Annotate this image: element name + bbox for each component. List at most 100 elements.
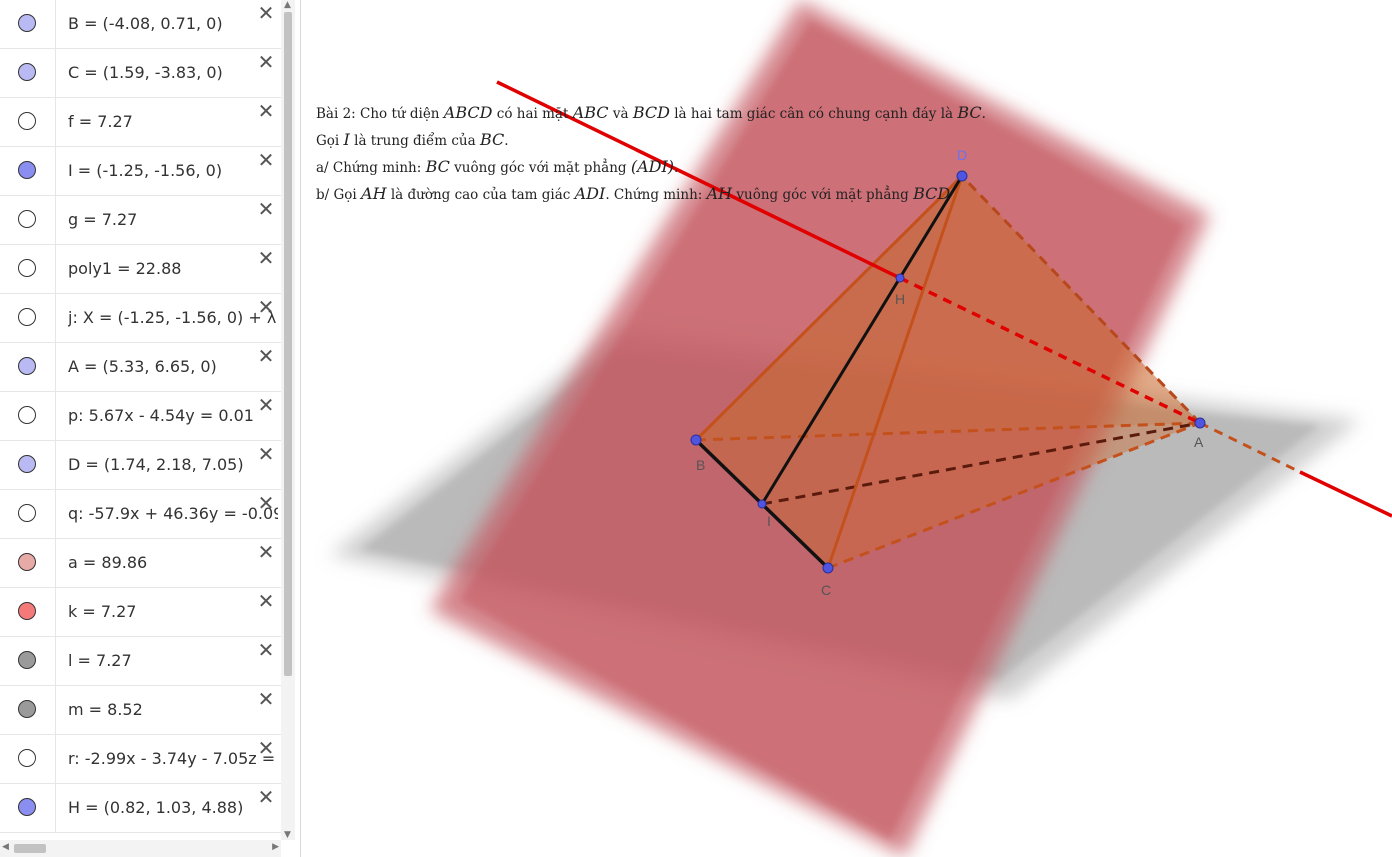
algebra-row[interactable]: I = (-1.25, -1.56, 0) ✕ [0, 147, 281, 196]
delete-icon[interactable]: ✕ [256, 52, 276, 72]
delete-icon[interactable]: ✕ [256, 591, 276, 611]
horizontal-scroll-thumb[interactable] [14, 844, 46, 853]
row-divider [55, 441, 56, 489]
delete-icon[interactable]: ✕ [256, 542, 276, 562]
algebra-expression[interactable]: H = (0.82, 1.03, 4.88) [68, 798, 278, 818]
label-b: B [696, 457, 705, 473]
scroll-left-icon[interactable]: ◀ [2, 842, 9, 852]
point-h[interactable] [895, 273, 905, 283]
visibility-toggle-icon[interactable] [18, 406, 36, 424]
point-a[interactable] [1194, 417, 1206, 429]
point-i[interactable] [757, 499, 767, 509]
delete-icon[interactable]: ✕ [256, 444, 276, 464]
row-divider [55, 98, 56, 146]
visibility-toggle-icon[interactable] [18, 112, 36, 130]
algebra-expression[interactable]: B = (-4.08, 0.71, 0) [68, 14, 278, 34]
point-c[interactable] [822, 562, 834, 574]
algebra-row[interactable]: A = (5.33, 6.65, 0) ✕ [0, 343, 281, 392]
visibility-toggle-icon[interactable] [18, 504, 36, 522]
line-ah-ext[interactable] [1299, 470, 1392, 518]
algebra-expression[interactable]: k = 7.27 [68, 602, 278, 622]
algebra-row[interactable]: D = (1.74, 2.18, 7.05) ✕ [0, 441, 281, 490]
row-divider [55, 588, 56, 636]
algebra-expression[interactable]: poly1 = 22.88 [68, 259, 278, 279]
scroll-up-icon[interactable]: ▲ [284, 0, 291, 10]
delete-icon[interactable]: ✕ [256, 640, 276, 660]
vertical-scroll-thumb[interactable] [284, 12, 292, 676]
algebra-row[interactable]: H = (0.82, 1.03, 4.88) ✕ [0, 784, 281, 833]
algebra-list: B = (-4.08, 0.71, 0) ✕ C = (1.59, -3.83, 0… [0, 0, 281, 833]
visibility-toggle-icon[interactable] [18, 602, 36, 620]
visibility-toggle-icon[interactable] [18, 210, 36, 228]
algebra-row[interactable]: C = (1.59, -3.83, 0) ✕ [0, 49, 281, 98]
problem-line-2: Gọi I là trung điểm của BC. [316, 130, 509, 149]
scroll-down-icon[interactable]: ▼ [284, 830, 291, 840]
algebra-row[interactable]: r: -2.99x - 3.74y - 7.05z = - ✕ [0, 735, 281, 784]
algebra-expression[interactable]: D = (1.74, 2.18, 7.05) [68, 455, 278, 475]
scroll-right-icon[interactable]: ▶ [272, 842, 279, 852]
algebra-row[interactable]: j: X = (-1.25, -1.56, 0) + λ ✕ [0, 294, 281, 343]
vertical-scrollbar[interactable]: ▲ ▼ [281, 0, 295, 840]
problem-line-3: a/ Chứng minh: BC vuông góc với mặt phẳn… [316, 157, 679, 176]
visibility-toggle-icon[interactable] [18, 259, 36, 277]
algebra-row[interactable]: m = 8.52 ✕ [0, 686, 281, 735]
row-divider [55, 490, 56, 538]
visibility-toggle-icon[interactable] [18, 651, 36, 669]
problem-line-1: Bài 2: Cho tứ diện ABCD có hai mặt ABC v… [316, 103, 986, 122]
delete-icon[interactable]: ✕ [256, 101, 276, 121]
algebra-row[interactable]: f = 7.27 ✕ [0, 98, 281, 147]
delete-icon[interactable]: ✕ [256, 150, 276, 170]
algebra-expression[interactable]: C = (1.59, -3.83, 0) [68, 63, 278, 83]
algebra-row[interactable]: B = (-4.08, 0.71, 0) ✕ [0, 0, 281, 49]
problem-line-4: b/ Gọi AH là đường cao của tam giác ADI.… [316, 184, 951, 203]
delete-icon[interactable]: ✕ [256, 787, 276, 807]
visibility-toggle-icon[interactable] [18, 308, 36, 326]
label-i: I [767, 513, 771, 529]
row-divider [55, 637, 56, 685]
algebra-expression[interactable]: q: -57.9x + 46.36y = -0.09 [68, 504, 278, 524]
delete-icon[interactable]: ✕ [256, 738, 276, 758]
delete-icon[interactable]: ✕ [256, 395, 276, 415]
algebra-view: B = (-4.08, 0.71, 0) ✕ C = (1.59, -3.83, 0… [0, 0, 301, 857]
algebra-expression[interactable]: f = 7.27 [68, 112, 278, 132]
algebra-expression[interactable]: m = 8.52 [68, 700, 278, 720]
delete-icon[interactable]: ✕ [256, 689, 276, 709]
delete-icon[interactable]: ✕ [256, 493, 276, 513]
algebra-expression[interactable]: r: -2.99x - 3.74y - 7.05z = - [68, 749, 278, 769]
visibility-toggle-icon[interactable] [18, 798, 36, 816]
algebra-expression[interactable]: g = 7.27 [68, 210, 278, 230]
label-c: C [821, 582, 831, 598]
visibility-toggle-icon[interactable] [18, 455, 36, 473]
algebra-expression[interactable]: j: X = (-1.25, -1.56, 0) + λ [68, 308, 278, 328]
algebra-expression[interactable]: l = 7.27 [68, 651, 278, 671]
algebra-row[interactable]: poly1 = 22.88 ✕ [0, 245, 281, 294]
problem-text: Bài 2: Cho tứ diện ABCD có hai mặt ABC v… [316, 100, 986, 208]
algebra-row[interactable]: p: 5.67x - 4.54y = 0.01 ✕ [0, 392, 281, 441]
visibility-toggle-icon[interactable] [18, 553, 36, 571]
label-a: A [1194, 434, 1204, 450]
algebra-row[interactable]: l = 7.27 ✕ [0, 637, 281, 686]
algebra-expression[interactable]: A = (5.33, 6.65, 0) [68, 357, 278, 377]
algebra-expression[interactable]: I = (-1.25, -1.56, 0) [68, 161, 278, 181]
delete-icon[interactable]: ✕ [256, 248, 276, 268]
visibility-toggle-icon[interactable] [18, 357, 36, 375]
visibility-toggle-icon[interactable] [18, 749, 36, 767]
algebra-expression[interactable]: a = 89.86 [68, 553, 278, 573]
visibility-toggle-icon[interactable] [18, 161, 36, 179]
algebra-row[interactable]: a = 89.86 ✕ [0, 539, 281, 588]
delete-icon[interactable]: ✕ [256, 297, 276, 317]
visibility-toggle-icon[interactable] [18, 700, 36, 718]
visibility-toggle-icon[interactable] [18, 63, 36, 81]
algebra-expression[interactable]: p: 5.67x - 4.54y = 0.01 [68, 406, 278, 426]
delete-icon[interactable]: ✕ [256, 3, 276, 23]
row-divider [55, 0, 56, 48]
point-b[interactable] [690, 434, 702, 446]
horizontal-scrollbar[interactable]: ◀ ▶ [0, 840, 281, 857]
visibility-toggle-icon[interactable] [18, 14, 36, 32]
delete-icon[interactable]: ✕ [256, 346, 276, 366]
algebra-row[interactable]: k = 7.27 ✕ [0, 588, 281, 637]
algebra-row[interactable]: q: -57.9x + 46.36y = -0.09 ✕ [0, 490, 281, 539]
row-divider [55, 735, 56, 783]
algebra-row[interactable]: g = 7.27 ✕ [0, 196, 281, 245]
delete-icon[interactable]: ✕ [256, 199, 276, 219]
